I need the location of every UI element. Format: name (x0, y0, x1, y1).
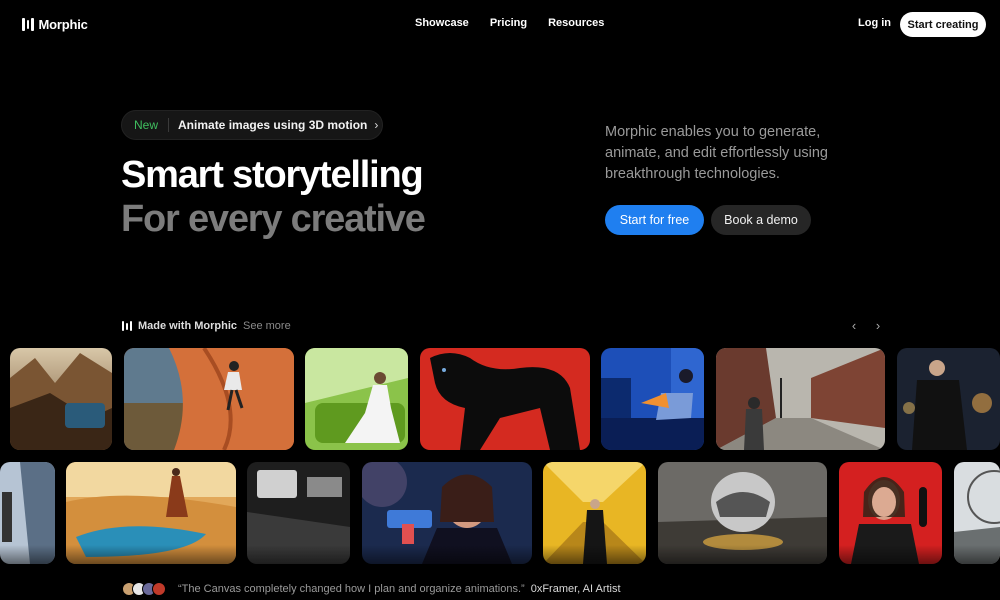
chevron-right-icon: › (374, 118, 379, 132)
showcase-tile-woman-water-gun[interactable] (362, 462, 532, 564)
nav-link-resources[interactable]: Resources (548, 17, 604, 29)
announcement-pill[interactable]: New Animate images using 3D motion › (121, 110, 383, 140)
showcase-tile-chrome-helmet[interactable] (658, 462, 827, 564)
showcase-tile-red-studio-portrait[interactable] (839, 462, 942, 564)
chevron-left-icon[interactable]: ‹ (848, 318, 860, 333)
headline-line-1: Smart storytelling (121, 154, 424, 196)
testimonial: “The Canvas completely changed how I pla… (122, 582, 621, 596)
brand-name: Morphic (38, 17, 88, 32)
start-creating-button[interactable]: Start creating (900, 12, 986, 37)
showcase-tile-skyscrapers[interactable] (0, 462, 55, 564)
showcase-tile-ferris-wheel[interactable] (954, 462, 1000, 564)
carousel-arrows: ‹ › (848, 318, 884, 333)
nav-link-pricing[interactable]: Pricing (490, 17, 527, 29)
morphic-logo-icon (22, 18, 34, 31)
headline-line-2: For every creative (121, 198, 426, 240)
top-navigation: Morphic Showcase Pricing Resources Log i… (0, 0, 1000, 48)
morphic-logo-icon (122, 321, 132, 331)
hero-tagline: Morphic enables you to generate, animate… (605, 124, 829, 182)
see-more-link[interactable]: See more (243, 320, 291, 332)
chevron-right-icon[interactable]: › (872, 318, 884, 333)
showcase-title: Made with Morphic (138, 320, 237, 332)
showcase-tile-green-sofa[interactable] (305, 348, 408, 450)
nav-link-showcase[interactable]: Showcase (415, 17, 469, 29)
book-demo-button[interactable]: Book a demo (711, 205, 811, 235)
start-for-free-button[interactable]: Start for free (605, 205, 704, 235)
testimonial-quote: “The Canvas completely changed how I pla… (178, 583, 525, 595)
showcase-tile-bw-abstract[interactable] (247, 462, 350, 564)
showcase-tile-night-portrait[interactable] (897, 348, 1000, 450)
showcase-tile-climber[interactable] (124, 348, 294, 450)
new-badge: New (122, 118, 170, 132)
showcase-tile-desert-oasis[interactable] (66, 462, 236, 564)
avatar-group (122, 582, 166, 596)
brand-logo[interactable]: Morphic (22, 17, 88, 32)
showcase-tile-london-street[interactable] (716, 348, 885, 450)
showcase-header: Made with Morphic See more (122, 320, 291, 332)
hero-headline: Smart storytelling For every creative (121, 153, 426, 241)
showcase-tile-rocky-landscape[interactable] (10, 348, 112, 450)
avatar (152, 582, 166, 596)
showcase-tile-balcony-illustration[interactable] (601, 348, 704, 450)
testimonial-author: 0xFramer, AI Artist (530, 583, 621, 595)
login-link[interactable]: Log in (858, 17, 891, 29)
announcement-text: Animate images using 3D motion (178, 118, 368, 132)
showcase-tile-black-panther[interactable] (420, 348, 590, 450)
nav-links: Showcase Pricing Resources (415, 17, 604, 29)
showcase-tile-yellow-corridor[interactable] (543, 462, 646, 564)
